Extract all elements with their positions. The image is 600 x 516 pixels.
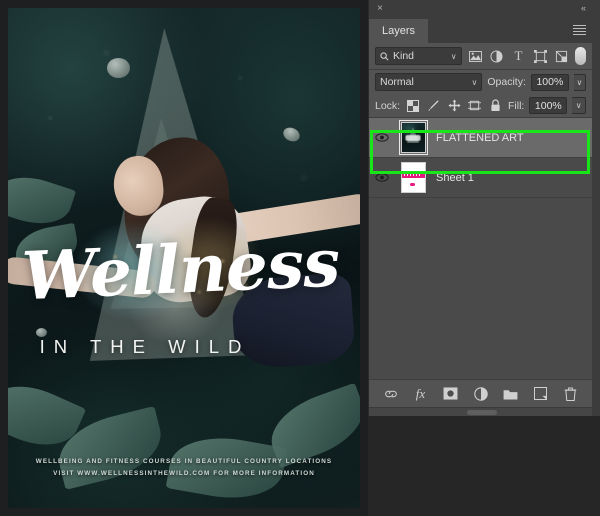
delete-layer-button[interactable]	[562, 385, 580, 403]
layer-thumbnail-wrap[interactable]	[395, 120, 431, 155]
fill-label: Fill:	[508, 99, 525, 112]
app-window: Wellness IN THE WILD WELLBEING AND FITNE…	[0, 0, 600, 516]
layer-name-label[interactable]: Sheet 1	[431, 172, 474, 184]
layer-thumbnail-wrap[interactable]	[395, 162, 431, 194]
close-icon[interactable]: ×	[375, 4, 385, 14]
layer-visibility-eye-icon[interactable]	[369, 133, 395, 142]
opacity-input[interactable]: 100%	[530, 73, 569, 91]
hamburger-menu-icon[interactable]	[573, 25, 586, 36]
layer-thumbnail-artwork	[398, 120, 428, 155]
link-layers-button[interactable]	[382, 385, 400, 403]
lock-artboard-nesting-icon[interactable]	[467, 98, 483, 114]
panel-tab-bar: Layers	[369, 19, 592, 43]
lock-row: Lock: Fill: 100% ∨	[369, 94, 592, 118]
add-layer-mask-button[interactable]	[442, 385, 460, 403]
blend-mode-row: Normal ∨ Opacity: 100% ∨	[369, 70, 592, 94]
lock-transparent-pixels-icon[interactable]	[405, 98, 421, 114]
blend-mode-value: Normal	[380, 76, 414, 88]
thumbnail-image	[401, 163, 425, 192]
lock-image-pixels-icon[interactable]	[426, 98, 442, 114]
type-layer-filter-icon[interactable]: T	[510, 48, 527, 65]
poster-footer-text: WELLBEING AND FITNESS COURSES IN BEAUTIF…	[8, 456, 360, 481]
lock-all-icon[interactable]	[487, 98, 503, 114]
layer-thumbnail-sheet	[400, 162, 426, 193]
chevron-down-icon: ∨	[471, 77, 478, 87]
poster-subtitle: IN THE WILD	[39, 335, 251, 357]
poster-title: Wellness	[20, 223, 341, 316]
new-layer-button[interactable]	[532, 385, 550, 403]
opacity-dropdown-arrow[interactable]: ∨	[573, 73, 586, 91]
lock-label: Lock:	[375, 99, 401, 112]
thumbnail-pink-band	[401, 170, 425, 179]
fill-input[interactable]: 100%	[529, 97, 568, 114]
poster-artwork: Wellness IN THE WILD WELLBEING AND FITNE…	[8, 8, 360, 508]
layer-list[interactable]: FLATTENED ART Sheet 1	[369, 118, 592, 379]
collapse-panel-icon[interactable]: «	[581, 3, 586, 14]
layer-visibility-eye-icon[interactable]	[369, 173, 395, 182]
filter-enable-toggle[interactable]	[575, 47, 586, 65]
adjustment-layer-filter-icon[interactable]	[488, 48, 505, 65]
tab-layers[interactable]: Layers	[369, 19, 429, 43]
smart-object-filter-icon[interactable]	[553, 48, 570, 65]
poster-footer-line-1: WELLBEING AND FITNESS COURSES IN BEAUTIF…	[35, 457, 333, 465]
scrollbar-thumb[interactable]	[467, 410, 498, 415]
layer-filter-row: Kind ∨ T	[369, 43, 592, 70]
layers-panel-footer: fx	[369, 379, 592, 407]
blend-mode-select[interactable]: Normal ∨	[375, 73, 483, 91]
filter-kind-select[interactable]: Kind ∨	[375, 47, 462, 65]
pixel-layer-filter-icon[interactable]	[467, 48, 484, 65]
layer-row-sheet-1[interactable]: Sheet 1	[369, 158, 592, 198]
thumbnail-pink-mark	[410, 183, 416, 186]
layer-style-fx-button[interactable]: fx	[412, 385, 430, 403]
fill-dropdown-arrow[interactable]: ∨	[572, 97, 586, 114]
layer-row-flattened-art[interactable]: FLATTENED ART	[369, 118, 592, 158]
panel-title-bar: × «	[369, 0, 592, 19]
thumbnail-image	[401, 123, 425, 152]
horizontal-scrollbar[interactable]	[369, 407, 592, 416]
filter-kind-label: Kind	[393, 50, 415, 62]
panel-right-gutter	[592, 0, 600, 416]
search-icon	[380, 51, 389, 60]
lock-position-icon[interactable]	[446, 98, 462, 114]
shape-layer-filter-icon[interactable]	[532, 48, 549, 65]
layer-name-label[interactable]: FLATTENED ART	[431, 132, 524, 144]
poster-footer-line-2: VISIT WWW.WELLNESSINTHEWILD.COM FOR MORE…	[53, 470, 315, 478]
new-adjustment-layer-button[interactable]	[472, 385, 490, 403]
pebble-decoration	[106, 58, 130, 78]
opacity-label: Opacity:	[487, 76, 526, 88]
layers-panel: × « Layers Kind ∨ T Normal ∨ Opacity: 10…	[368, 0, 592, 416]
new-group-button[interactable]	[502, 385, 520, 403]
document-canvas[interactable]: Wellness IN THE WILD WELLBEING AND FITNE…	[0, 0, 368, 516]
chevron-down-icon: ∨	[450, 51, 457, 61]
